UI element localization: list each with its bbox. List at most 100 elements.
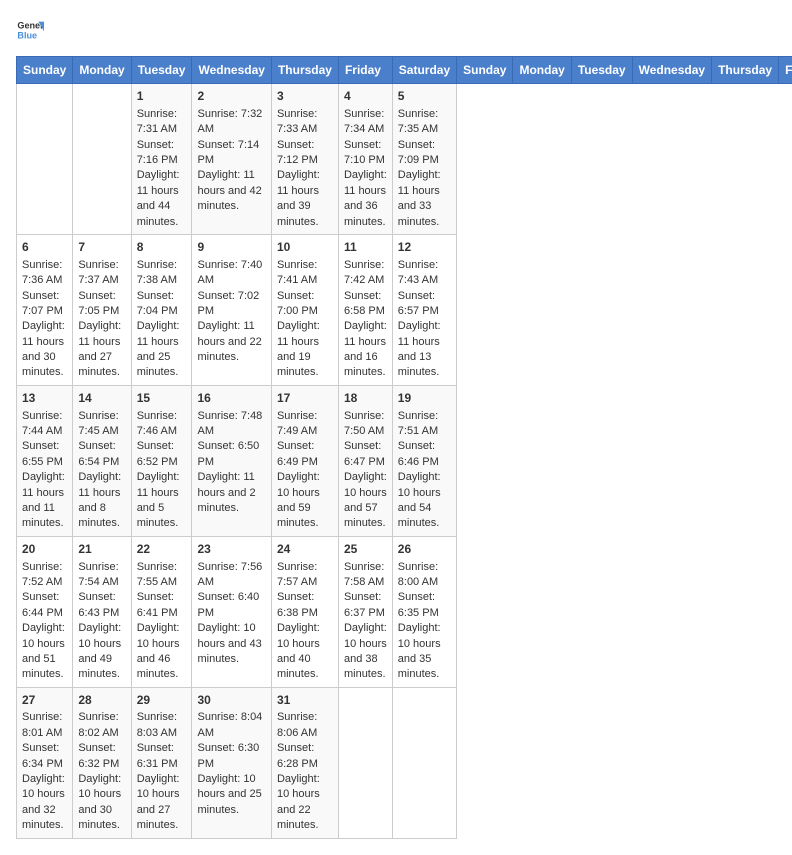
calendar-cell: 6Sunrise: 7:36 AMSunset: 7:07 PMDaylight… (17, 234, 73, 385)
day-info: Sunset: 7:12 PM (277, 138, 333, 169)
day-info: Sunset: 6:44 PM (22, 590, 67, 621)
day-info: Sunrise: 7:52 AM (22, 560, 67, 591)
calendar-cell: 14Sunrise: 7:45 AMSunset: 6:54 PMDayligh… (73, 385, 131, 536)
day-info: Sunset: 6:40 PM (197, 590, 265, 621)
day-info: Daylight: 11 hours and 36 minutes. (344, 168, 387, 230)
svg-text:Blue: Blue (17, 30, 37, 40)
day-info: Daylight: 11 hours and 44 minutes. (137, 168, 187, 230)
day-number: 9 (197, 239, 265, 256)
day-info: Sunset: 7:02 PM (197, 289, 265, 320)
day-number: 24 (277, 541, 333, 558)
day-info: Sunset: 6:52 PM (137, 439, 187, 470)
header-sunday: Sunday (17, 57, 73, 84)
day-info: Sunrise: 8:02 AM (78, 710, 125, 741)
day-number: 28 (78, 692, 125, 709)
day-info: Sunset: 6:37 PM (344, 590, 387, 621)
calendar-cell (73, 84, 131, 235)
day-info: Daylight: 11 hours and 8 minutes. (78, 470, 125, 532)
calendar-cell (338, 687, 392, 838)
day-info: Sunrise: 7:38 AM (137, 258, 187, 289)
day-info: Sunset: 6:41 PM (137, 590, 187, 621)
calendar-table: SundayMondayTuesdayWednesdayThursdayFrid… (16, 56, 792, 839)
day-info: Sunrise: 7:36 AM (22, 258, 67, 289)
col-header-sunday: Sunday (457, 57, 513, 84)
day-number: 3 (277, 88, 333, 105)
day-info: Daylight: 10 hours and 46 minutes. (137, 621, 187, 683)
day-number: 29 (137, 692, 187, 709)
day-number: 18 (344, 390, 387, 407)
calendar-cell: 15 Sunrise: 7:46 AMSunset: 6:52 PMDayligh… (131, 385, 192, 536)
calendar-cell: 13Sunrise: 7:44 AMSunset: 6:55 PMDayligh… (17, 385, 73, 536)
day-info: Daylight: 11 hours and 30 minutes. (22, 319, 67, 381)
header-wednesday: Wednesday (192, 57, 271, 84)
day-info: Sunrise: 7:35 AM (398, 107, 451, 138)
calendar-cell: 5Sunrise: 7:35 AMSunset: 7:09 PMDaylight… (392, 84, 456, 235)
day-info: Daylight: 11 hours and 19 minutes. (277, 319, 333, 381)
day-info: Sunrise: 7:45 AM (78, 409, 125, 440)
col-header-wednesday: Wednesday (632, 57, 711, 84)
header-thursday: Thursday (271, 57, 338, 84)
day-number: 16 (197, 390, 265, 407)
day-info: Sunrise: 7:49 AM (277, 409, 333, 440)
col-header-monday: Monday (513, 57, 571, 84)
calendar-cell: 4Sunrise: 7:34 AMSunset: 7:10 PMDaylight… (338, 84, 392, 235)
day-number: 15 (137, 390, 187, 407)
day-info: Sunset: 7:05 PM (78, 289, 125, 320)
day-info: Sunset: 6:28 PM (277, 741, 333, 772)
day-info: Sunrise: 7:44 AM (22, 409, 67, 440)
day-number: 26 (398, 541, 451, 558)
day-info: Sunrise: 8:04 AM (197, 710, 265, 741)
calendar-cell: 30Sunrise: 8:04 AMSunset: 6:30 PMDayligh… (192, 687, 271, 838)
day-info: Sunrise: 7:43 AM (398, 258, 451, 289)
day-info: Sunset: 6:57 PM (398, 289, 451, 320)
day-number: 31 (277, 692, 333, 709)
day-info: Daylight: 10 hours and 25 minutes. (197, 772, 265, 818)
calendar-week-2: 6Sunrise: 7:36 AMSunset: 7:07 PMDaylight… (17, 234, 792, 385)
day-info: Daylight: 11 hours and 16 minutes. (344, 319, 387, 381)
day-info: Daylight: 10 hours and 51 minutes. (22, 621, 67, 683)
day-info: Sunrise: 7:46 AM (137, 409, 187, 440)
day-number: 5 (398, 88, 451, 105)
calendar-cell: 16Sunrise: 7:48 AMSunset: 6:50 PMDayligh… (192, 385, 271, 536)
day-info: Sunrise: 8:01 AM (22, 710, 67, 741)
day-info: Sunset: 6:47 PM (344, 439, 387, 470)
col-header-friday: Friday (779, 57, 792, 84)
day-info: Sunrise: 7:55 AM (137, 560, 187, 591)
header-saturday: Saturday (392, 57, 456, 84)
day-info: Sunrise: 7:50 AM (344, 409, 387, 440)
day-info: Daylight: 10 hours and 38 minutes. (344, 621, 387, 683)
col-header-thursday: Thursday (712, 57, 779, 84)
calendar-cell: 27Sunrise: 8:01 AMSunset: 6:34 PMDayligh… (17, 687, 73, 838)
day-info: Daylight: 10 hours and 32 minutes. (22, 772, 67, 834)
logo-icon: General Blue (16, 16, 44, 44)
day-info: Daylight: 11 hours and 27 minutes. (78, 319, 125, 381)
day-info: Daylight: 11 hours and 39 minutes. (277, 168, 333, 230)
day-info: Sunrise: 7:48 AM (197, 409, 265, 440)
calendar-cell: 31Sunrise: 8:06 AMSunset: 6:28 PMDayligh… (271, 687, 338, 838)
day-number: 20 (22, 541, 67, 558)
day-info: Sunrise: 7:58 AM (344, 560, 387, 591)
day-info: Daylight: 10 hours and 30 minutes. (78, 772, 125, 834)
day-number: 1 (137, 88, 187, 105)
day-info: Sunset: 6:49 PM (277, 439, 333, 470)
day-info: Daylight: 11 hours and 5 minutes. (137, 470, 187, 532)
calendar-cell: 28Sunrise: 8:02 AMSunset: 6:32 PMDayligh… (73, 687, 131, 838)
day-info: Sunset: 7:16 PM (137, 138, 187, 169)
day-number: 11 (344, 239, 387, 256)
day-info: Sunset: 7:09 PM (398, 138, 451, 169)
day-info: Sunset: 6:32 PM (78, 741, 125, 772)
logo: General Blue (16, 16, 44, 44)
day-info: Sunset: 6:35 PM (398, 590, 451, 621)
day-info: Sunset: 7:04 PM (137, 289, 187, 320)
calendar-cell: 10Sunrise: 7:41 AMSunset: 7:00 PMDayligh… (271, 234, 338, 385)
calendar-cell: 11Sunrise: 7:42 AMSunset: 6:58 PMDayligh… (338, 234, 392, 385)
day-info: Sunset: 6:30 PM (197, 741, 265, 772)
day-number: 13 (22, 390, 67, 407)
day-info: Daylight: 10 hours and 57 minutes. (344, 470, 387, 532)
day-info: Daylight: 11 hours and 42 minutes. (197, 168, 265, 214)
day-number: 17 (277, 390, 333, 407)
day-info: Sunset: 6:58 PM (344, 289, 387, 320)
day-info: Daylight: 11 hours and 22 minutes. (197, 319, 265, 365)
day-info: Sunset: 6:43 PM (78, 590, 125, 621)
day-info: Daylight: 10 hours and 22 minutes. (277, 772, 333, 834)
